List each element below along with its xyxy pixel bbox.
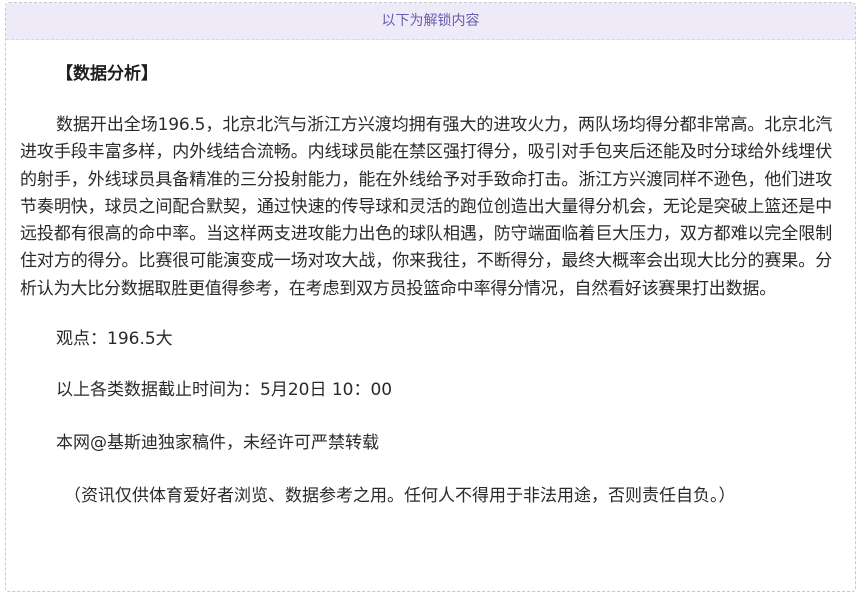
deadline-text: 以上各类数据截止时间为：5月20日 10：00 bbox=[56, 380, 393, 401]
copyright-notice: 本网@基斯迪独家稿件，未经许可严禁转载 bbox=[56, 433, 379, 454]
unlock-header-label: 以下为解锁内容 bbox=[381, 13, 480, 29]
viewpoint-text: 观点：196.5大 bbox=[56, 329, 173, 350]
disclaimer-text: （资讯仅供体育爱好者浏览、数据参考之用。任何人不得用于非法用途，否则责任自负。） bbox=[64, 486, 736, 507]
analysis-paragraph: 数据开出全场196.5，北京北汽与浙江方兴渡均拥有强大的进攻火力，两队场均得分都… bbox=[20, 115, 832, 299]
section-title: 【数据分析】 bbox=[56, 64, 158, 84]
article-content: 【数据分析】 数据开出全场196.5，北京北汽与浙江方兴渡均拥有强大的进攻火力，… bbox=[20, 60, 832, 510]
unlock-header: 以下为解锁内容 bbox=[6, 3, 855, 40]
